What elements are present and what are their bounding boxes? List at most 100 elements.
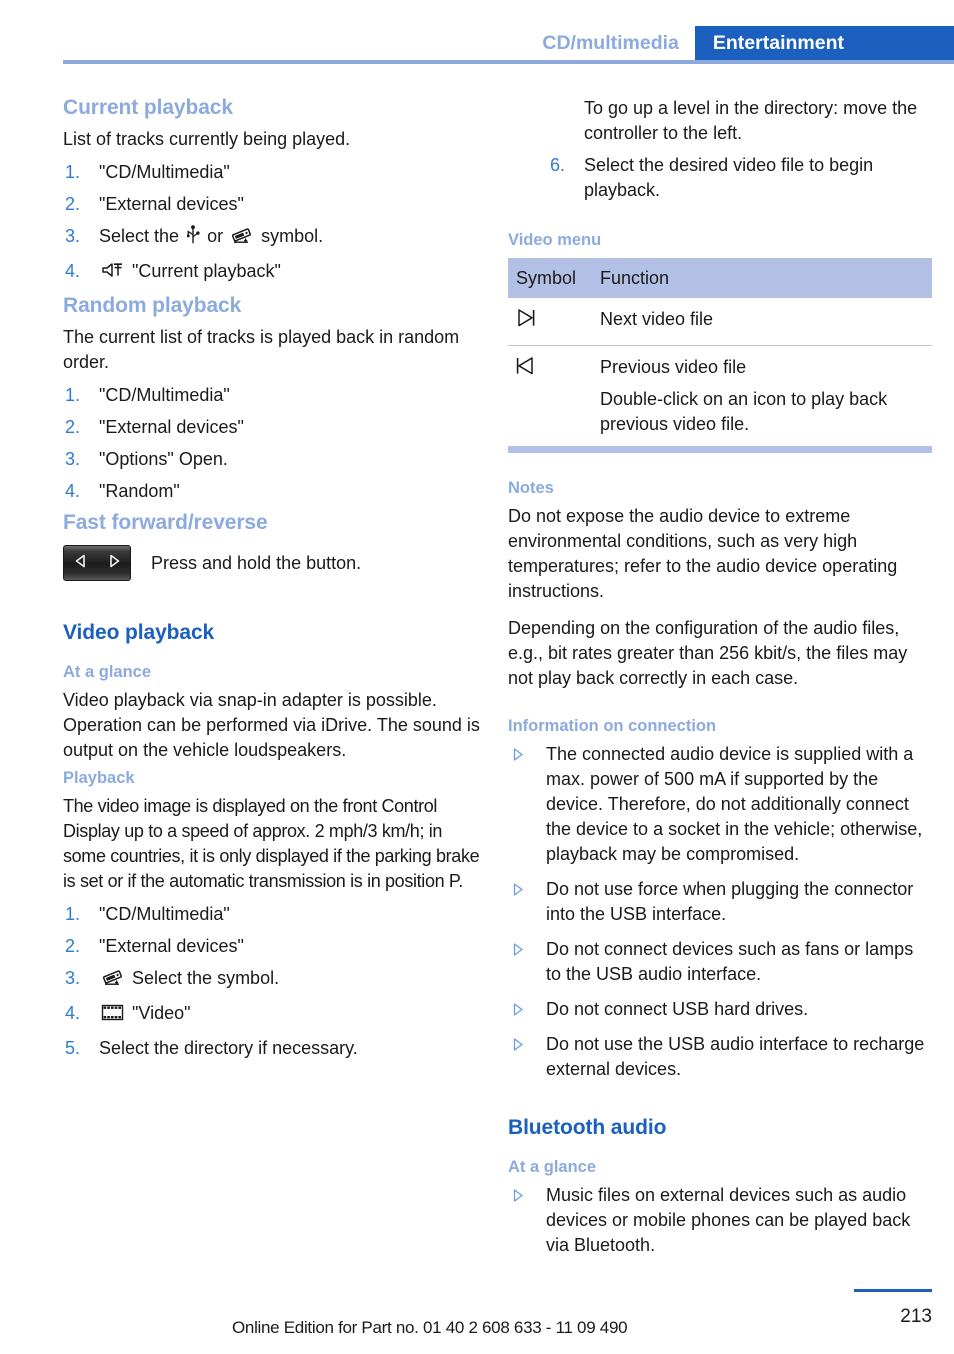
heading-video-at-a-glance: At a glance [63,663,152,681]
step-text: Select the directory if necessary. [99,1038,358,1058]
video-at-a-glance-text: Video playback via snap-in adapter is po… [63,690,480,760]
rewind-triangle-icon [73,553,89,574]
bullet-triangle-icon [513,1038,523,1051]
bluetooth-at-a-glance-bullets: Music files on external devices such as … [508,1183,932,1258]
step-item: "External devices" [63,934,483,959]
current-playback-intro: List of tracks currently being played. [63,129,351,149]
step-item: "Current playback" [63,259,483,287]
bullet-triangle-icon [513,748,523,761]
fast-forward-reverse-row: Press and hold the button. [63,545,483,581]
step-continuation-text: To go up a level in the directory: move … [584,98,918,143]
next-track-icon [508,298,592,346]
video-menu-table: Symbol Function Next video file Previous… [508,258,932,446]
step-text-mid: or [207,226,224,246]
step-text: "External devices" [99,417,244,437]
step-number: 6. [550,155,566,175]
step-text: "Random" [99,481,180,501]
step-text: "CD/Multimedia" [99,162,230,182]
right-column: To go up a level in the directory: move … [508,96,932,1268]
table-row: Next video file [508,298,932,346]
list-item: Do not use force when plugging the conne… [508,877,932,927]
step-text: "CD/Multimedia" [99,904,230,924]
column-header-function: Function [592,258,932,298]
document-page: CD/multimedia Entertainment Current play… [0,0,954,1354]
table-cell-function: Next video file [592,298,932,346]
table-bottom-bar [508,446,932,453]
current-playback-steps: "CD/Multimedia" "External devices" Selec… [63,160,483,287]
snap-in-adapter-icon [230,225,254,252]
table-row: Previous video file Double-click on an i… [508,346,932,447]
footer-divider [854,1289,932,1292]
step-text: "Video" [132,1003,191,1023]
step-text: Select the desired video file to begin p… [584,155,874,200]
step-item: "Random" [63,479,483,504]
list-item-text: Do not use force when plugging the conne… [546,879,914,924]
step-item: "CD/Multimedia" [63,160,483,185]
step-text: "External devices" [99,194,244,214]
step-text: "External devices" [99,936,244,956]
step-text-pre: Select the [99,226,180,246]
edition-note: Online Edition for Part no. 01 40 2 608 … [232,1318,628,1337]
bullet-triangle-icon [513,943,523,956]
video-playback-steps: "CD/Multimedia" "External devices" Selec… [63,902,483,1061]
heading-video-playback-sub: Playback [63,769,135,787]
table-header-row: Symbol Function [508,258,932,298]
step-text: "CD/Multimedia" [99,385,230,405]
rocker-button[interactable] [63,545,131,581]
heading-current-playback: Current playback [63,96,233,119]
step-item: Select the directory if necessary. [63,1036,483,1061]
breadcrumb-chapter-label: Entertainment [694,26,954,60]
list-item: Do not connect devices such as fans or l… [508,937,932,987]
heading-fast-forward-reverse: Fast forward/reverse [63,511,268,534]
step-text-post: symbol. [261,226,324,246]
list-item-text: Do not connect USB hard drives. [546,999,809,1019]
heading-notes: Notes [508,479,554,497]
bullet-triangle-icon [513,883,523,896]
list-item: The connected audio device is supplied w… [508,742,932,867]
header-breadcrumb-tabs: CD/multimedia Entertainment [532,26,954,60]
step-item: "Options" Open. [63,447,483,472]
video-playback-text: The video image is displayed on the fron… [63,796,480,891]
list-item-text: The connected audio device is supplied w… [546,744,923,864]
fast-forward-reverse-caption: Press and hold the button. [151,552,362,573]
left-column: Current playback List of tracks currentl… [63,96,483,1068]
notes-paragraph: Depending on the configuration of the au… [508,618,908,688]
list-item-text: Do not connect devices such as fans or l… [546,939,914,984]
speaker-output-icon [101,260,125,287]
step-item: Select the symbol. [63,966,483,994]
step-text: "Current playback" [132,261,281,281]
column-header-symbol: Symbol [508,258,592,298]
heading-bluetooth-audio: Bluetooth audio [508,1116,667,1139]
page-number: 213 [900,1306,932,1327]
random-playback-steps: "CD/Multimedia" "External devices" "Opti… [63,383,483,504]
step-item: "CD/Multimedia" [63,902,483,927]
step-item: 6. Select the desired video file to begi… [548,153,932,203]
page-header: CD/multimedia Entertainment [0,0,954,64]
list-item-text: Do not use the USB audio interface to re… [546,1034,925,1079]
heading-bluetooth-at-a-glance: At a glance [508,1158,597,1176]
function-subtext: Double-click on an icon to play back pre… [600,389,888,434]
function-text: Next video file [600,309,714,329]
usb-icon [186,225,200,252]
bullet-triangle-icon [513,1003,523,1016]
forward-triangle-icon [106,553,122,574]
header-divider [63,60,954,64]
heading-video-menu: Video menu [508,231,602,249]
step-text: "Options" Open. [99,449,228,469]
previous-track-icon [508,346,592,447]
list-item: Do not connect USB hard drives. [508,997,932,1022]
function-text: Previous video file [600,357,747,377]
information-on-connection-bullets: The connected audio device is supplied w… [508,742,932,1082]
step-item: "External devices" [63,415,483,440]
breadcrumb-section-label: CD/multimedia [542,32,679,54]
bullet-triangle-icon [513,1189,523,1202]
heading-random-playback: Random playback [63,294,242,317]
step-item: "External devices" [63,192,483,217]
heading-video-playback: Video playback [63,621,215,644]
step-item: Select the or symbol. [63,224,483,252]
snap-in-adapter-icon [101,967,125,994]
film-strip-icon [101,1003,125,1029]
list-item: Music files on external devices such as … [508,1183,932,1258]
list-item: Do not use the USB audio interface to re… [508,1032,932,1082]
table-cell-function: Previous video file Double-click on an i… [592,346,932,447]
